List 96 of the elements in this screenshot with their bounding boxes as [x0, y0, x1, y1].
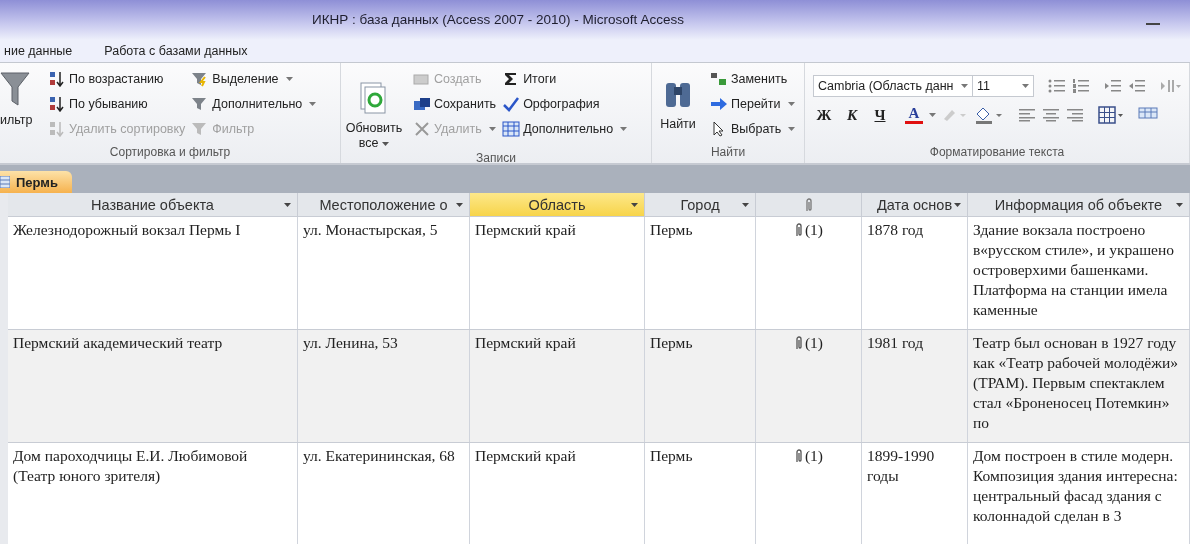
- paperclip-icon: [793, 448, 804, 464]
- ribbon-tab[interactable]: ние данные: [0, 44, 89, 58]
- ribbon-button[interactable]: Дополнительно: [191, 92, 317, 116]
- paint-bucket-icon[interactable]: [974, 106, 1004, 124]
- outdent-icon[interactable]: [1128, 78, 1146, 94]
- caret-icon: [285, 77, 293, 81]
- refresh-icon: [359, 81, 389, 117]
- align-center-icon[interactable]: [1042, 108, 1060, 122]
- ribbon-button[interactable]: Итоги: [502, 67, 628, 91]
- caret-icon: [961, 84, 968, 88]
- caret-icon: [382, 141, 390, 146]
- ribbon-tab[interactable]: Работа с базами данных: [100, 44, 264, 58]
- font-combo[interactable]: Cambria (Область данн: [813, 75, 973, 97]
- group-label: Сортировка и фильтр: [108, 145, 232, 161]
- sort-icon: [48, 71, 66, 87]
- save-icon: [413, 96, 431, 112]
- caret-icon: [954, 203, 961, 207]
- column-header[interactable]: Дата основ: [862, 193, 968, 216]
- caret-icon: [284, 203, 291, 207]
- table-cell: Пермь: [645, 443, 756, 544]
- ribbon-button[interactable]: Дополнительно: [502, 117, 628, 141]
- caret-icon: [620, 127, 628, 131]
- ribbon-button[interactable]: По убыванию: [48, 92, 186, 116]
- ribbon-button[interactable]: ильтр: [0, 67, 42, 128]
- cross-icon: [413, 121, 431, 137]
- group-label: Найти: [709, 145, 747, 161]
- font-color-button[interactable]: A: [905, 106, 923, 124]
- table-cell: Пермский академический театр: [8, 330, 298, 442]
- caret-icon: [309, 102, 317, 106]
- caret-icon: [456, 203, 463, 207]
- align-right-icon[interactable]: [1066, 108, 1084, 122]
- caret-icon: [788, 127, 796, 131]
- caret-icon: [742, 203, 749, 207]
- attachment-cell[interactable]: (1): [756, 217, 862, 329]
- arrow-icon: [710, 96, 728, 112]
- table-cell: Здание вокзала построено в«русском стиле», и украшено островерхими башенками. Платформа на станции имела каменные: [968, 217, 1190, 329]
- paperclip-icon: [803, 196, 814, 213]
- check-icon: [502, 96, 521, 112]
- indent-icon[interactable]: [1104, 78, 1122, 94]
- ribbon-button[interactable]: Найти: [652, 67, 704, 132]
- table-cell: Пермь: [645, 330, 756, 442]
- ribbon-button[interactable]: По возрастанию: [48, 67, 186, 91]
- attachment-cell[interactable]: (1): [756, 330, 862, 442]
- table-cell: 1981 год: [862, 330, 968, 442]
- table-icon: [0, 176, 10, 188]
- sort-icon: [48, 121, 66, 137]
- table-icon: [502, 121, 521, 137]
- caret-icon: [787, 102, 795, 106]
- bullet-list-icon[interactable]: [1048, 78, 1066, 94]
- ribbon-button[interactable]: Обновить все: [341, 67, 407, 151]
- align-left-icon[interactable]: [1018, 108, 1036, 122]
- paperclip-icon: [793, 335, 804, 351]
- table-cell: ул. Монастырская, 5: [298, 217, 470, 329]
- table-cell: 1878 год: [862, 217, 968, 329]
- column-header[interactable]: Название объекта: [8, 193, 298, 216]
- caret-icon: [1176, 203, 1183, 207]
- group-label: Записи: [475, 151, 517, 165]
- table-cell: Пермский край: [470, 217, 645, 329]
- caret-icon: [1022, 84, 1029, 88]
- bold-button[interactable]: Ж: [813, 106, 835, 124]
- ribbon-button[interactable]: Сохранить: [413, 92, 497, 116]
- table-cell: Дом пароходчицы Е.И. Любимовой (Театр юного зрителя): [8, 443, 298, 544]
- caret-icon: [929, 113, 936, 117]
- ribbon-button[interactable]: Заменить: [710, 67, 796, 91]
- paragraph-direction-icon[interactable]: [1160, 78, 1182, 94]
- table-cell: Пермский край: [470, 330, 645, 442]
- ribbon-button[interactable]: Перейти: [710, 92, 796, 116]
- font-size-combo[interactable]: 11: [972, 75, 1034, 97]
- sort-icon: [48, 96, 66, 112]
- table-cell: ул. Екатерининская, 68: [298, 443, 470, 544]
- caret-icon: [631, 203, 638, 207]
- group-label: Форматирование текста: [928, 145, 1066, 161]
- ribbon-button[interactable]: Выбрать: [710, 117, 796, 141]
- ribbon-button[interactable]: Выделение: [191, 67, 317, 91]
- numbered-list-icon[interactable]: [1072, 78, 1090, 94]
- column-header[interactable]: Город: [645, 193, 756, 216]
- caret-icon: [488, 127, 496, 131]
- document-tab[interactable]: Пермь: [0, 171, 72, 193]
- funnel-icon: [0, 71, 30, 107]
- column-header[interactable]: Область: [470, 193, 645, 216]
- table-cell: Театр был основан в 1927 году как «Театр рабочей молодёжи» (ТРАМ). Первым спектаклем стал «Броненосец Потемкин» по: [968, 330, 1190, 442]
- table-cell: Пермский край: [470, 443, 645, 544]
- gridlines-icon[interactable]: [1098, 106, 1124, 124]
- table-cell: Пермь: [645, 217, 756, 329]
- minimize-icon[interactable]: [1146, 22, 1160, 26]
- window-title: ИКНР : база данных (Access 2007 - 2010) - Microsoft Access: [312, 12, 684, 27]
- table-cell: Дом построен в стиле модерн. Композиция здания интересна: центральный фасад здания с колоннадой сделан в 3: [968, 443, 1190, 544]
- attachment-cell[interactable]: (1): [756, 443, 862, 544]
- underline-button[interactable]: Ч: [869, 106, 891, 124]
- table-cell: 1899-1990 годы: [862, 443, 968, 544]
- italic-button[interactable]: К: [841, 106, 863, 124]
- table-cell: ул. Ленина, 53: [298, 330, 470, 442]
- table-cell: Железнодорожный вокзал Пермь I: [8, 217, 298, 329]
- ribbon-button[interactable]: Орфография: [502, 92, 628, 116]
- paperclip-icon: [793, 222, 804, 238]
- column-header[interactable]: Информация об объекте: [968, 193, 1190, 216]
